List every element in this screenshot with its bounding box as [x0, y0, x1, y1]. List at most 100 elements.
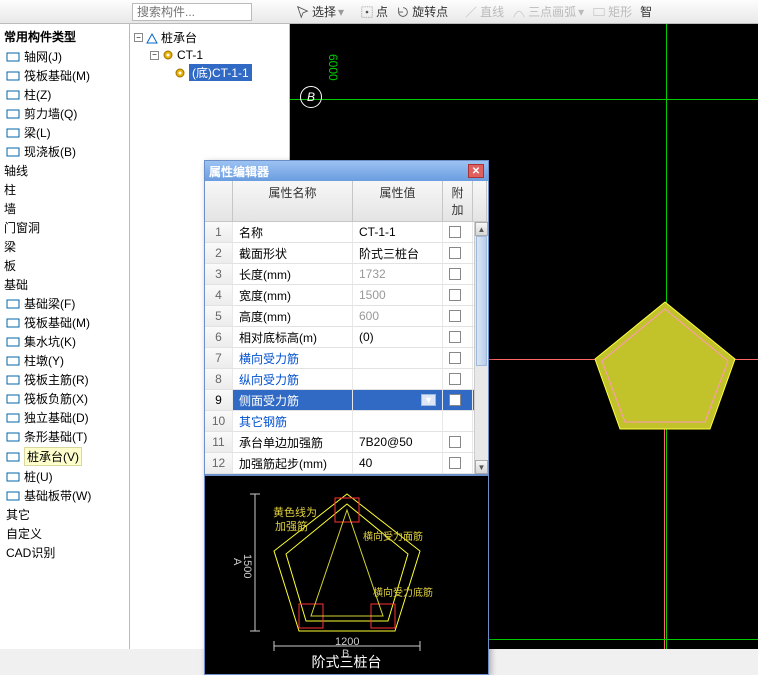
component-item[interactable]: 独立基础(D): [0, 408, 129, 427]
point-tool[interactable]: 点: [360, 3, 388, 20]
property-row[interactable]: 10其它钢筋: [205, 411, 488, 432]
component-group[interactable]: 墙: [0, 199, 129, 218]
property-value[interactable]: 1732: [353, 264, 443, 284]
component-item[interactable]: 筏板基础(M): [0, 66, 129, 85]
component-group[interactable]: 梁: [0, 237, 129, 256]
property-extra[interactable]: [443, 306, 473, 326]
component-item[interactable]: 集水坑(K): [0, 332, 129, 351]
component-group[interactable]: 轴线: [0, 161, 129, 180]
property-row[interactable]: 1名称CT-1-1: [205, 222, 488, 243]
property-extra[interactable]: [443, 327, 473, 347]
extra-checkbox[interactable]: [449, 373, 461, 385]
tree-root[interactable]: − 桩承台: [134, 28, 285, 47]
component-item[interactable]: 基础板带(W): [0, 486, 129, 505]
rotate-point-tool[interactable]: 旋转点: [396, 3, 448, 20]
property-value[interactable]: 600: [353, 306, 443, 326]
property-row[interactable]: 7横向受力筋: [205, 348, 488, 369]
property-value[interactable]: 阶式三桩台: [353, 243, 443, 263]
component-item[interactable]: 筏板基础(M): [0, 313, 129, 332]
property-value[interactable]: 7B20@50: [353, 432, 443, 452]
close-button[interactable]: ✕: [468, 164, 484, 178]
property-row[interactable]: 12加强筋起步(mm)40: [205, 453, 488, 474]
extra-checkbox[interactable]: [449, 331, 461, 343]
property-row[interactable]: 2截面形状阶式三桩台: [205, 243, 488, 264]
pilecap-shape[interactable]: [590, 299, 740, 434]
component-item[interactable]: 现浇板(B): [0, 142, 129, 161]
component-item[interactable]: 条形基础(T): [0, 427, 129, 446]
component-item[interactable]: 桩(U): [0, 467, 129, 486]
component-item[interactable]: 柱(Z): [0, 85, 129, 104]
property-value[interactable]: (0): [353, 327, 443, 347]
tree-leaf[interactable]: (底)CT-1-1: [134, 63, 285, 82]
extra-checkbox[interactable]: [449, 352, 461, 364]
component-item[interactable]: 轴网(J): [0, 47, 129, 66]
select-tool[interactable]: 选择 ▾: [296, 3, 344, 20]
property-extra[interactable]: [443, 432, 473, 452]
dimension-label: 1200: [335, 636, 359, 648]
property-extra[interactable]: [443, 264, 473, 284]
scroll-thumb[interactable]: [476, 236, 487, 366]
panel-heading: 常用构件类型: [0, 26, 129, 47]
component-item[interactable]: 剪力墙(Q): [0, 104, 129, 123]
property-extra[interactable]: [443, 348, 473, 368]
property-extra[interactable]: [443, 285, 473, 305]
collapse-icon[interactable]: −: [150, 51, 159, 60]
extra-checkbox[interactable]: [449, 310, 461, 322]
property-extra[interactable]: [443, 390, 473, 410]
property-value[interactable]: 40: [353, 453, 443, 473]
component-group[interactable]: 板: [0, 256, 129, 275]
scroll-up-button[interactable]: ▲: [475, 222, 488, 236]
property-value[interactable]: CT-1-1: [353, 222, 443, 242]
property-value[interactable]: ▼: [353, 390, 443, 410]
component-group[interactable]: 其它: [0, 505, 129, 524]
property-row[interactable]: 9侧面受力筋▼: [205, 390, 488, 411]
property-value[interactable]: 1500: [353, 285, 443, 305]
component-item[interactable]: 桩承台(V): [0, 446, 129, 467]
component-group[interactable]: CAD识别: [0, 543, 129, 562]
search-input[interactable]: [132, 3, 252, 21]
property-extra[interactable]: [443, 369, 473, 389]
component-item[interactable]: 筏板负筋(X): [0, 389, 129, 408]
extra-checkbox[interactable]: [449, 226, 461, 238]
extra-checkbox[interactable]: [449, 289, 461, 301]
smart-tool[interactable]: 智: [640, 3, 652, 20]
property-extra[interactable]: [443, 411, 473, 431]
scroll-down-button[interactable]: ▼: [475, 460, 488, 474]
extra-checkbox[interactable]: [449, 268, 461, 280]
property-row[interactable]: 3长度(mm)1732: [205, 264, 488, 285]
component-group[interactable]: 基础: [0, 275, 129, 294]
property-row[interactable]: 11承台单边加强筋7B20@50: [205, 432, 488, 453]
row-index: 1: [205, 222, 233, 242]
property-value[interactable]: [353, 348, 443, 368]
component-item[interactable]: 梁(L): [0, 123, 129, 142]
property-extra[interactable]: [443, 453, 473, 473]
property-row[interactable]: 5高度(mm)600: [205, 306, 488, 327]
property-name: 截面形状: [233, 243, 353, 263]
extra-checkbox[interactable]: [449, 436, 461, 448]
property-name: 纵向受力筋: [233, 369, 353, 389]
extra-checkbox[interactable]: [449, 247, 461, 259]
col-value[interactable]: 属性值: [353, 181, 443, 221]
component-item[interactable]: 筏板主筋(R): [0, 370, 129, 389]
property-extra[interactable]: [443, 222, 473, 242]
component-group[interactable]: 柱: [0, 180, 129, 199]
dialog-titlebar[interactable]: 属性编辑器 ✕: [205, 161, 488, 181]
component-group[interactable]: 门窗洞: [0, 218, 129, 237]
collapse-icon[interactable]: −: [134, 33, 143, 42]
property-value[interactable]: [353, 369, 443, 389]
scrollbar[interactable]: ▲ ▼: [474, 222, 488, 474]
col-name[interactable]: 属性名称: [233, 181, 353, 221]
extra-checkbox[interactable]: [449, 457, 461, 469]
property-row[interactable]: 8纵向受力筋: [205, 369, 488, 390]
col-extra[interactable]: 附加: [443, 181, 473, 221]
property-row[interactable]: 6相对底标高(m)(0): [205, 327, 488, 348]
property-value[interactable]: [353, 411, 443, 431]
property-row[interactable]: 4宽度(mm)1500: [205, 285, 488, 306]
component-item[interactable]: 柱墩(Y): [0, 351, 129, 370]
component-item[interactable]: 基础梁(F): [0, 294, 129, 313]
tree-child[interactable]: − CT-1: [134, 47, 285, 63]
extra-checkbox[interactable]: [449, 394, 461, 406]
property-extra[interactable]: [443, 243, 473, 263]
rect-icon: [592, 5, 606, 19]
component-group[interactable]: 自定义: [0, 524, 129, 543]
